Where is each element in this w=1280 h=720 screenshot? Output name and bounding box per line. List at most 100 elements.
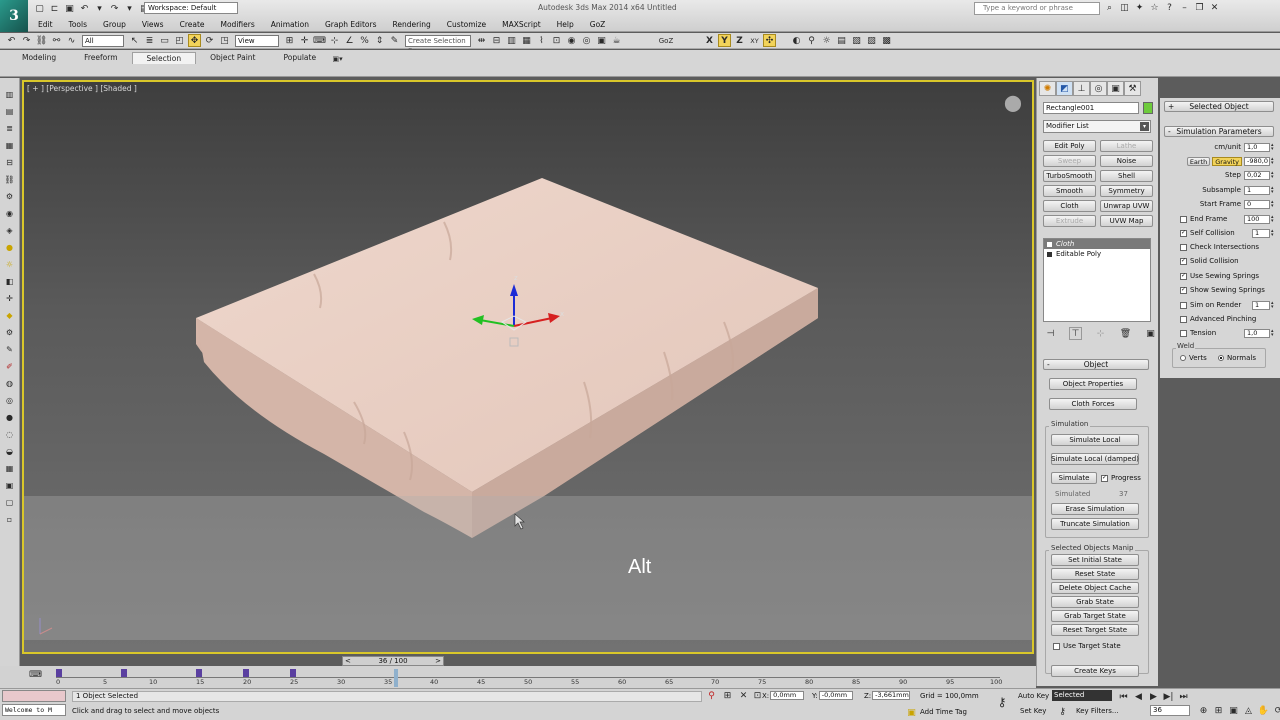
axis-x-button[interactable]: X (703, 34, 716, 47)
use-sewing-springs-checkbox[interactable]: ✓ (1180, 272, 1187, 280)
use-target-state-checkbox[interactable]: Use Target State (1053, 642, 1121, 650)
schematic-view-icon[interactable]: ⊡ (550, 34, 563, 47)
object-name-field[interactable]: Rectangle001 (1043, 102, 1139, 114)
object-rollout-header[interactable]: - Object (1043, 359, 1149, 370)
reactor-icon[interactable]: ⚙ (3, 190, 16, 203)
cloth-button[interactable]: Cloth (1043, 200, 1096, 212)
redo-icon[interactable]: ↷ (20, 34, 33, 47)
save-file-icon[interactable]: ▣ (63, 2, 76, 15)
turbosmooth-button[interactable]: TurboSmooth (1043, 170, 1096, 182)
brush-icon[interactable]: ✐ (3, 360, 16, 373)
play-icon[interactable]: ▶ (1147, 690, 1160, 703)
spinner-arrows-icon[interactable]: ▴ ▾ (1271, 199, 1276, 209)
tab-selection[interactable]: Selection (131, 52, 197, 64)
angle-snap-icon[interactable]: ∠ (343, 34, 356, 47)
lathe-button[interactable]: Lathe (1100, 140, 1153, 152)
keyboard-shortcut-icon[interactable]: ⌨ (313, 34, 326, 47)
delete-object-cache-button[interactable]: Delete Object Cache (1051, 582, 1139, 594)
new-file-icon[interactable]: ▢ (33, 2, 46, 15)
y-coord-field[interactable]: -0,0mm (818, 691, 853, 700)
container-icon[interactable]: ⊟ (3, 156, 16, 169)
pin-stack-icon[interactable]: ⊣ (1044, 327, 1057, 340)
pivot-center-icon[interactable]: ⊞ (283, 34, 296, 47)
align-icon[interactable]: ⊟ (490, 34, 503, 47)
shape-icon[interactable]: ▢ (3, 496, 16, 509)
subsample-spinner[interactable]: 1 (1244, 185, 1270, 195)
zoom-icon[interactable]: ⊕ (1197, 704, 1210, 717)
simulation-parameters-rollout-header[interactable]: - Simulation Parameters (1164, 126, 1274, 137)
render-icon[interactable]: ☕ (610, 34, 623, 47)
reference-coordinate-dropdown[interactable]: View (235, 34, 279, 47)
key-icon[interactable]: ⚷ (993, 695, 1011, 709)
menu-maxscript[interactable]: MAXScript (494, 20, 549, 29)
menu-group[interactable]: Group (95, 20, 134, 29)
spinner-arrows-icon[interactable]: ▴ ▾ (1271, 185, 1276, 195)
menu-help[interactable]: Help (549, 20, 582, 29)
spinner-arrows-icon[interactable]: ▴ ▾ (1271, 214, 1276, 224)
redo-dropdown-icon[interactable]: ▾ (123, 2, 136, 15)
helper-icon[interactable]: ✛ (3, 292, 16, 305)
grab-state-button[interactable]: Grab State (1051, 596, 1139, 608)
goz-button[interactable]: GoZ (655, 34, 677, 47)
lock-selection-icon[interactable]: ⚲ (705, 689, 718, 702)
key-marker[interactable] (121, 669, 127, 677)
spinner-arrows-icon[interactable]: ▴ ▾ (1271, 142, 1276, 152)
auto-key-button[interactable]: Auto Key (1018, 692, 1049, 700)
snap-toggle-icon[interactable]: ⊹ (328, 34, 341, 47)
workspace-dropdown[interactable]: Workspace: Default (144, 2, 238, 14)
stack-item-cloth[interactable]: Cloth (1044, 239, 1150, 249)
named-selection-set-dropdown[interactable]: Create Selection Se (405, 34, 471, 55)
motion-tab-icon[interactable]: ◎ (1090, 81, 1107, 96)
link-icon[interactable]: ⛓ (3, 173, 16, 186)
set-key-button[interactable]: Set Key (1020, 707, 1046, 715)
spinner-arrows-icon[interactable]: ▴ ▾ (1271, 156, 1276, 166)
current-frame-field[interactable]: 36 (1150, 705, 1190, 716)
close-icon[interactable]: ✕ (1208, 1, 1221, 14)
edit-named-selection-icon[interactable]: ✎ (388, 34, 401, 47)
material-editor-icon[interactable]: ◉ (565, 34, 578, 47)
subscription-icon[interactable]: ◫ (1118, 1, 1131, 14)
extrude-button[interactable]: Extrude (1043, 215, 1096, 227)
gravity-toggle[interactable]: Gravity (1212, 156, 1242, 166)
space-warp-icon[interactable]: ◆ (3, 309, 16, 322)
weld-verts-radio[interactable]: Verts (1180, 354, 1207, 362)
globe-icon[interactable]: ◍ (3, 377, 16, 390)
pan-icon[interactable]: ✋ (1257, 704, 1270, 717)
create-keys-button[interactable]: Create Keys (1051, 665, 1139, 677)
render-frame-icon[interactable]: ▣ (595, 34, 608, 47)
stack-item-editable-poly[interactable]: Editable Poly (1044, 249, 1150, 259)
smooth-button[interactable]: Smooth (1043, 185, 1096, 197)
menu-modifiers[interactable]: Modifiers (213, 20, 263, 29)
sun-icon[interactable]: ☼ (3, 258, 16, 271)
menu-animation[interactable]: Animation (263, 20, 317, 29)
axis-z-button[interactable]: Z (733, 34, 746, 47)
camera-icon[interactable]: ◧ (3, 275, 16, 288)
uvw-map-button[interactable]: UVW Map (1100, 215, 1153, 227)
open-file-icon[interactable]: ⊏ (48, 2, 61, 15)
z-coord-field[interactable]: -3,661mm (872, 691, 911, 700)
binoculars-icon[interactable]: ⌕ (1103, 1, 1116, 14)
progress-checkbox[interactable]: ✓ Progress (1101, 474, 1141, 482)
simulate-button[interactable]: Simulate (1051, 472, 1097, 484)
set-key-icon[interactable]: ⚷ (1056, 705, 1069, 718)
set-initial-state-button[interactable]: Set Initial State (1051, 554, 1139, 566)
grid-icon[interactable]: ▦ (3, 462, 16, 475)
zoom-extents-icon[interactable]: ▣ (1227, 704, 1240, 717)
symmetry-button[interactable]: Symmetry (1100, 185, 1153, 197)
solid-collision-checkbox[interactable]: ✓ (1180, 257, 1187, 265)
modifier-stack[interactable]: Cloth Editable Poly (1043, 238, 1151, 322)
modifier-list-dropdown[interactable]: Modifier List ▾ (1043, 120, 1151, 133)
pin-icon[interactable]: ⚲ (805, 34, 818, 47)
cloth-object[interactable] (196, 178, 818, 538)
layer-explorer-icon[interactable]: ▤ (3, 105, 16, 118)
scene-explorer-icon[interactable]: ▥ (3, 88, 16, 101)
axis-constraint-icon[interactable]: ✣ (763, 34, 776, 47)
bind-space-warp-icon[interactable]: ∿ (65, 34, 78, 47)
batch-render-icon[interactable]: ▨ (865, 34, 878, 47)
self-collision-checkbox[interactable]: ✓ (1180, 229, 1187, 237)
render-setup-icon[interactable]: ◎ (580, 34, 593, 47)
go-to-start-icon[interactable]: ⏮ (1117, 690, 1130, 703)
end-frame-spinner[interactable]: 100 (1244, 214, 1270, 224)
sweep-button[interactable]: Sweep (1043, 155, 1096, 167)
gravity-spinner[interactable]: -980,0 (1244, 156, 1270, 166)
